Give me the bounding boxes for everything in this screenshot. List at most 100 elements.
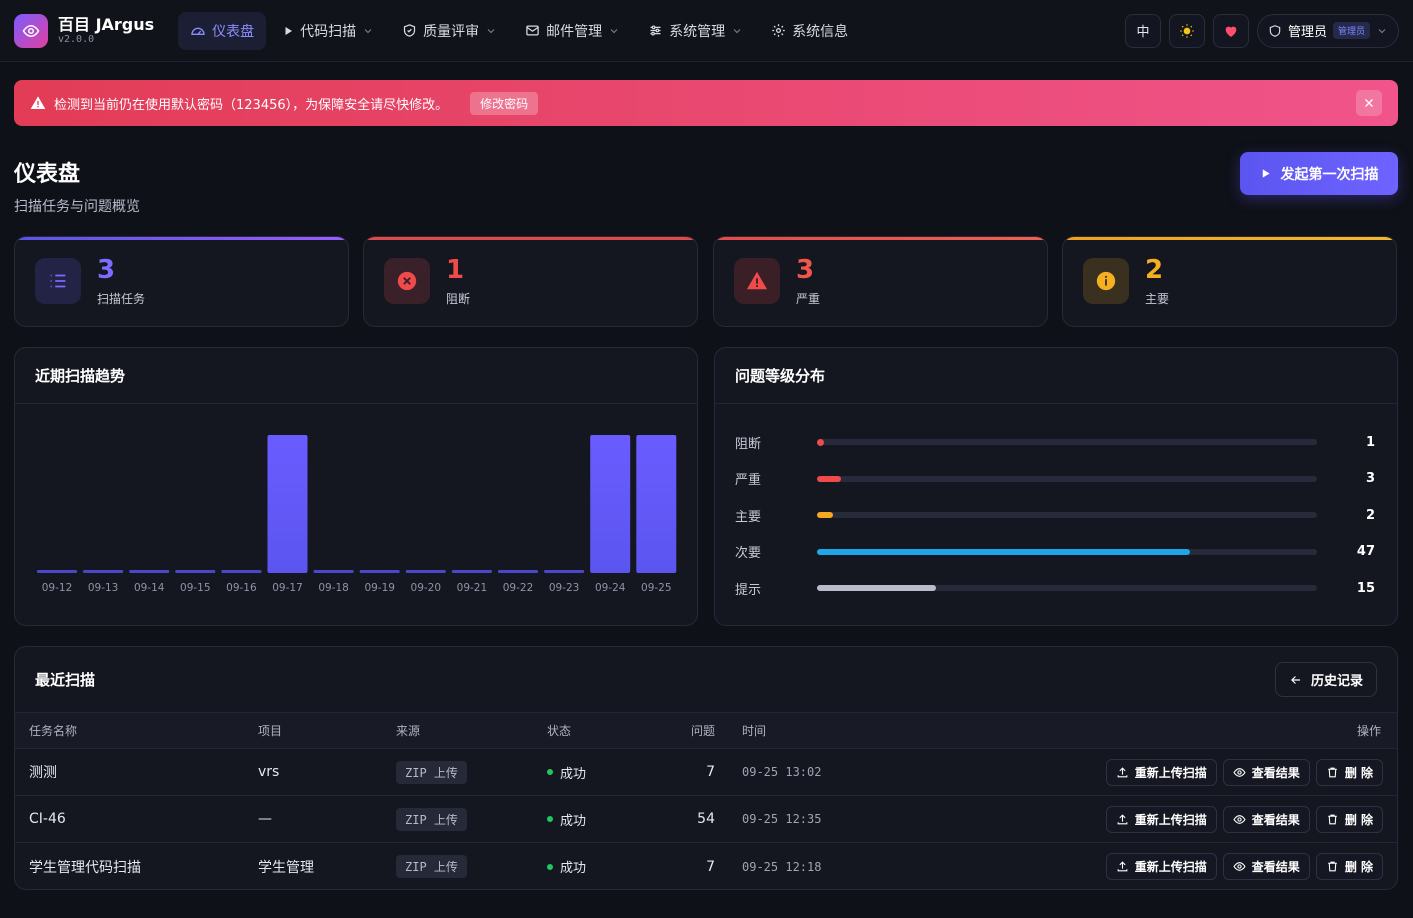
trend-bar-09-25[interactable]: [636, 435, 677, 573]
distribution-fill: [817, 548, 1191, 555]
trend-tick-label: 09-18: [318, 582, 349, 594]
view-result-button[interactable]: 查看结果: [1222, 853, 1310, 880]
main-nav: 仪表盘 代码扫描 质量评审 邮件管理 系统管理 系统信息: [178, 11, 860, 50]
trend-bar-09-16[interactable]: [221, 570, 262, 573]
stat-icon-wrap: [734, 258, 780, 304]
cell-status: 成功: [547, 796, 586, 842]
trend-tick-label: 09-21: [457, 582, 488, 594]
distribution-fill: [817, 585, 937, 591]
trend-bar-09-19[interactable]: [359, 570, 400, 573]
cell-source: ZIP 上传: [396, 749, 467, 795]
alert-close-button[interactable]: [1356, 90, 1382, 116]
nav-quality-review[interactable]: 质量评审: [390, 12, 509, 50]
trend-bar-09-14[interactable]: [129, 570, 170, 573]
chevron-down-icon: [487, 28, 495, 33]
reupload-scan-button[interactable]: 重新上传扫描: [1105, 758, 1217, 786]
trend-tick-label: 09-23: [549, 582, 580, 594]
nav-code-scan[interactable]: 代码扫描: [270, 12, 386, 50]
cell-time: 09-25 12:35: [742, 812, 822, 826]
trend-bar-09-18[interactable]: [313, 570, 354, 573]
gauge-icon: [191, 27, 205, 35]
col-project[interactable]: 项目: [258, 713, 282, 748]
eye-icon: [22, 24, 40, 37]
col-source[interactable]: 来源: [396, 713, 420, 748]
view-result-button[interactable]: 查看结果: [1222, 758, 1310, 786]
delete-label: 删 除: [1344, 812, 1373, 827]
role-badge: 管理员: [1332, 22, 1370, 39]
close-icon: [1365, 99, 1373, 107]
view-result-button[interactable]: 查看结果: [1222, 805, 1310, 833]
trend-bar-09-23[interactable]: [544, 570, 585, 573]
delete-label: 删 除: [1344, 765, 1373, 780]
delete-label: 删 除: [1344, 860, 1373, 874]
theme-toggle-button[interactable]: [1168, 13, 1205, 48]
distribution-value: 1: [1365, 434, 1375, 450]
nav-system-info[interactable]: 系统信息: [759, 12, 860, 50]
col-time[interactable]: 时间: [742, 713, 766, 748]
trend-bar-09-12[interactable]: [37, 570, 77, 573]
user-menu-button[interactable]: 管理员 管理员: [1256, 13, 1399, 48]
delete-button[interactable]: 删 除: [1315, 758, 1383, 786]
table-row[interactable]: 测测 vrs ZIP 上传 成功 7 09-25 13:02 重新上传扫描 查看结果 删 除: [15, 749, 1397, 796]
brand: 百目 JArgus v2.0.0: [58, 16, 154, 45]
cell-name[interactable]: 学生管理代码扫描: [29, 843, 141, 889]
reupload-label: 重新上传扫描: [1134, 765, 1207, 780]
language-button[interactable]: 中: [1124, 13, 1161, 48]
stat-label: 扫描任务: [97, 292, 146, 306]
trend-tick-label: 09-13: [88, 582, 119, 594]
trend-tick-label: 09-15: [180, 582, 211, 594]
reupload-scan-button[interactable]: 重新上传扫描: [1105, 853, 1217, 880]
trend-tick-label: 09-24: [595, 582, 626, 594]
change-password-button[interactable]: 修改密码: [470, 91, 539, 115]
reupload-scan-button[interactable]: 重新上传扫描: [1105, 805, 1217, 833]
cell-name[interactable]: CI-46: [29, 796, 66, 842]
list-icon: [50, 274, 66, 288]
source-badge: ZIP 上传: [396, 760, 467, 784]
col-status[interactable]: 状态: [547, 713, 571, 748]
chevron-down-icon: [364, 28, 372, 33]
cell-name[interactable]: 测测: [29, 749, 57, 795]
history-button[interactable]: 历史记录: [1274, 662, 1377, 697]
cell-project: —: [258, 811, 272, 827]
top-right-controls: 中 管理员 管理员: [1124, 13, 1399, 48]
play-icon: [285, 26, 293, 35]
distribution-row: 提示 15: [735, 578, 1375, 598]
distribution-fill: [817, 475, 841, 482]
favorite-button[interactable]: [1212, 13, 1249, 48]
chevron-down-icon: [1378, 28, 1386, 33]
distribution-label: 阻断: [735, 436, 762, 452]
trend-bar-09-17[interactable]: [267, 435, 308, 573]
trend-bar-09-15[interactable]: [175, 570, 216, 573]
trend-bar-09-13[interactable]: [83, 570, 124, 573]
cell-source: ZIP 上传: [396, 796, 467, 842]
nav-quality-review-label: 质量评审: [423, 23, 480, 40]
trend-bar-09-21[interactable]: [451, 570, 492, 573]
shield-check-icon: [404, 24, 416, 37]
nav-system-manage[interactable]: 系统管理: [636, 12, 755, 50]
trend-bar-09-20[interactable]: [405, 570, 446, 573]
start-first-scan-button[interactable]: 发起第一次扫描: [1240, 152, 1398, 195]
delete-button[interactable]: 删 除: [1315, 853, 1383, 880]
trend-tick-label: 09-25: [641, 582, 672, 594]
table-row[interactable]: CI-46 — ZIP 上传 成功 54 09-25 12:35 重新上传扫描 查看结果 删 除: [15, 796, 1397, 843]
distribution-label: 次要: [735, 546, 762, 561]
scan-trend-panel: 近期扫描趋势 09-12 09-13 09-14 09-15 09-16 09-17 09-…: [14, 347, 698, 626]
recent-scans-panel: 最近扫描 历史记录 任务名称 项目 来源 状态 问题 时间 操作 测测 vrs ZI…: [14, 646, 1398, 890]
eye-icon: [1233, 767, 1246, 777]
trend-tick-label: 09-14: [134, 582, 165, 594]
shield-icon: [1269, 24, 1281, 37]
app-logo[interactable]: [14, 13, 48, 48]
distribution-value: 3: [1365, 471, 1375, 486]
nav-dashboard[interactable]: 仪表盘: [178, 11, 267, 50]
delete-button[interactable]: 删 除: [1315, 805, 1383, 833]
col-issues[interactable]: 问题: [655, 713, 715, 748]
nav-dashboard-label: 仪表盘: [212, 23, 255, 40]
col-name[interactable]: 任务名称: [29, 713, 77, 748]
trend-bar-09-22[interactable]: [498, 570, 538, 573]
nav-mail[interactable]: 邮件管理: [513, 12, 632, 50]
trend-bar-09-24[interactable]: [590, 435, 631, 573]
distribution-track: [817, 548, 1317, 555]
status-dot: [547, 863, 553, 870]
table-row[interactable]: 学生管理代码扫描 学生管理 ZIP 上传 成功 7 09-25 12:18 重新上传扫描 查看…: [15, 843, 1397, 889]
eye-icon: [1233, 814, 1246, 824]
